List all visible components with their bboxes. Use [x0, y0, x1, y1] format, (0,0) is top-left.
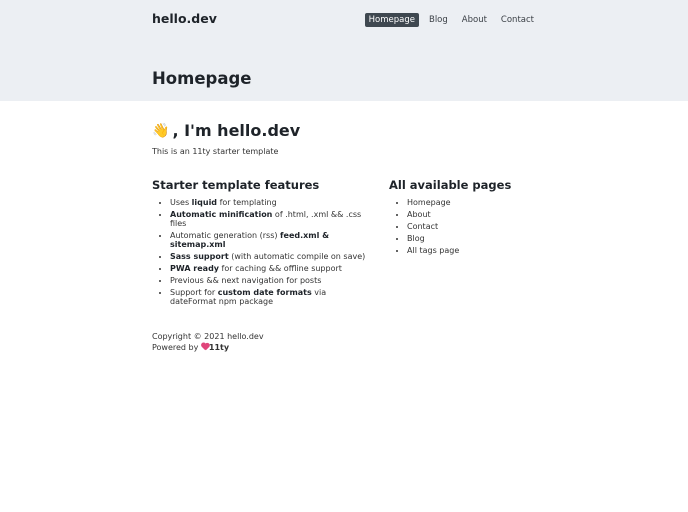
intro-heading-text: , I'm hello.dev [172, 121, 301, 140]
pages-list: Homepage About Contact Blog All tags pag… [389, 198, 549, 255]
hero-banner [0, 0, 688, 101]
page-link-homepage[interactable]: Homepage [407, 198, 549, 207]
feature-item: Automatic generation (rss) feed.xml & si… [170, 231, 367, 249]
nav-blog-link[interactable]: Blog [425, 13, 452, 27]
nav-about-link[interactable]: About [458, 13, 491, 27]
copyright-text: Copyright © 2021 hello.dev [152, 332, 264, 341]
features-list: Uses liquid for templating Automatic min… [152, 198, 367, 306]
site-footer: Copyright © 2021 hello.dev Powered by 11… [152, 331, 264, 353]
page-link-all-tags[interactable]: All tags page [407, 246, 549, 255]
feature-item: PWA ready for caching && offline support [170, 264, 367, 273]
feature-item: Previous && next navigation for posts [170, 276, 367, 285]
nav-homepage-link[interactable]: Homepage [364, 13, 419, 27]
powered-by-label: Powered by [152, 343, 201, 352]
page-link-blog[interactable]: Blog [407, 234, 549, 243]
feature-item: Sass support (with automatic compile on … [170, 252, 367, 261]
feature-item: Support for custom date formats via date… [170, 288, 367, 306]
page-link-contact[interactable]: Contact [407, 222, 549, 231]
pages-title: All available pages [389, 178, 512, 192]
intro-tagline: This is an 11ty starter template [152, 147, 279, 156]
nav-contact-link[interactable]: Contact [497, 13, 538, 27]
features-title: Starter template features [152, 178, 320, 192]
intro-heading: 👋 , I'm hello.dev [152, 121, 300, 140]
features-section: Starter template features Uses liquid fo… [152, 178, 367, 309]
powered-by: Powered by 11ty [152, 342, 264, 353]
waving-hand-icon: 👋 [152, 122, 170, 139]
pages-section: All available pages Homepage About Conta… [389, 178, 549, 258]
site-logo-link[interactable]: hello.dev [152, 11, 217, 26]
page-title: Homepage [152, 69, 252, 88]
feature-item: Automatic minification of .html, .xml &&… [170, 210, 367, 228]
page-link-about[interactable]: About [407, 210, 549, 219]
main-nav: Homepage Blog About Contact [364, 13, 538, 27]
feature-item: Uses liquid for templating [170, 198, 367, 207]
eleventy-link[interactable]: 11ty [209, 343, 229, 352]
heart-icon [201, 343, 209, 351]
